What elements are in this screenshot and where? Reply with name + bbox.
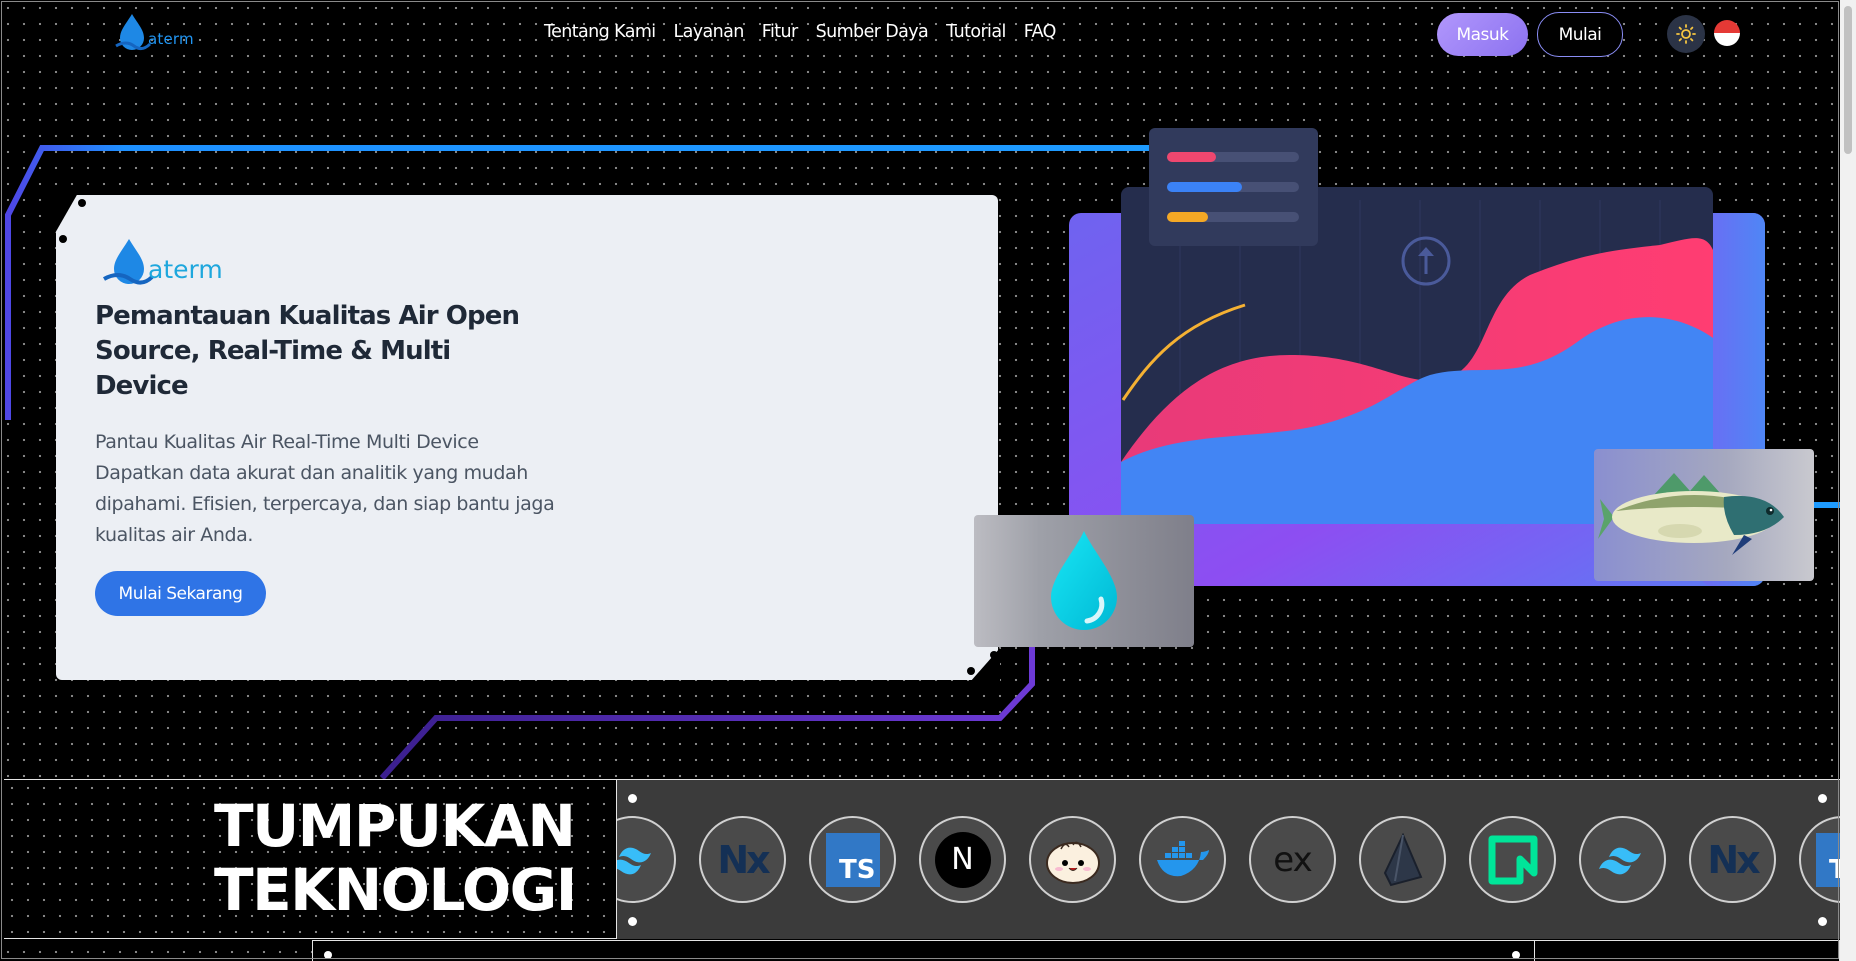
next-section-box: [312, 940, 1540, 961]
hero-desc-line: Dapatkan data akurat dan analitik yang m…: [95, 462, 528, 484]
tech-title-line: TUMPUKAN: [214, 792, 576, 860]
hero-desc-line: Pantau Kualitas Air Real-Time Multi Devi…: [95, 431, 479, 453]
fish-icon: [1598, 473, 1784, 555]
start-button[interactable]: Mulai: [1537, 12, 1623, 57]
next-section-box: [1534, 940, 1840, 961]
neon-logo: [1488, 835, 1537, 884]
water-drop-logo-icon: [103, 239, 154, 285]
neon-icon[interactable]: [1469, 816, 1556, 903]
nav-tutorial[interactable]: Tutorial: [937, 22, 1015, 42]
typescript-logo: TS: [1815, 832, 1842, 887]
indonesia-flag-icon[interactable]: [1714, 20, 1740, 46]
card-dot: [990, 651, 998, 659]
scrollbar[interactable]: [1840, 0, 1856, 961]
sun-icon: [1676, 24, 1696, 44]
progress-fill: [1167, 152, 1216, 162]
hero-desc-line: dipahami. Efisien, terpercaya, dan siap …: [95, 493, 555, 515]
express-logo-text: ex: [1273, 839, 1312, 880]
nx-icon[interactable]: Nx: [1689, 816, 1776, 903]
hero-desc-line: kualitas air Anda.: [95, 524, 254, 546]
tech-title-box: TUMPUKAN TEKNOLOGI: [4, 779, 617, 939]
water-drop-icon: [1051, 531, 1117, 630]
tech-logo-carousel[interactable]: Nx TS N ex Nx: [617, 779, 1843, 939]
tech-icon-row: Nx TS N ex Nx: [617, 816, 1842, 903]
hero-card: aterm Pemantauan Kualitas Air Open Sourc…: [54, 193, 1000, 682]
hero-logo-text: aterm: [148, 255, 223, 284]
water-drop-card: [974, 515, 1194, 647]
nav-sumber-daya[interactable]: Sumber Daya: [807, 22, 938, 42]
login-button[interactable]: Masuk: [1437, 13, 1528, 56]
typescript-logo-text: TS: [839, 854, 876, 885]
prisma-icon[interactable]: [1359, 816, 1446, 903]
hero-logo: aterm: [102, 237, 223, 287]
tech-title-line: TEKNOLOGI: [214, 856, 577, 924]
tailwind-logo: [617, 847, 651, 874]
prisma-logo: [1383, 832, 1422, 886]
tailwind-icon[interactable]: [1579, 816, 1666, 903]
docker-icon[interactable]: [1139, 816, 1226, 903]
express-icon[interactable]: ex: [1249, 816, 1336, 903]
strip-dot: [628, 917, 637, 926]
strip-dot: [1818, 794, 1827, 803]
nx-logo-text: Nx: [717, 837, 770, 882]
progress-fill: [1167, 212, 1208, 222]
hero-title: Pemantauan Kualitas Air Open Source, Rea…: [95, 301, 520, 401]
typescript-icon[interactable]: TS: [1799, 816, 1842, 903]
box-dot: [324, 951, 332, 959]
nextjs-logo-text: N: [951, 842, 974, 877]
hero-description: Pantau Kualitas Air Real-Time Multi Devi…: [95, 427, 615, 551]
nx-logo-text: Nx: [1707, 837, 1760, 882]
nav-fitur[interactable]: Fitur: [753, 22, 807, 42]
get-started-button[interactable]: Mulai Sekarang: [95, 571, 266, 616]
strip-dot: [1818, 917, 1827, 926]
scrollbar-thumb[interactable]: [1844, 6, 1852, 154]
bun-icon[interactable]: [1029, 816, 1116, 903]
typescript-logo: TS: [825, 832, 880, 887]
tech-stack-section: TUMPUKAN TEKNOLOGI Nx TS N ex Nx: [4, 779, 1843, 961]
nx-icon[interactable]: Nx: [699, 816, 786, 903]
fish-card: [1594, 449, 1814, 581]
logo-text: aterm: [148, 30, 194, 48]
bun-logo: [1045, 841, 1100, 884]
card-dot: [59, 235, 67, 243]
typescript-icon[interactable]: TS: [809, 816, 896, 903]
tech-stack-title: TUMPUKAN TEKNOLOGI: [214, 792, 577, 924]
nav-faq[interactable]: FAQ: [1015, 22, 1065, 42]
docker-logo: [1156, 840, 1209, 876]
main-nav: Tentang Kami Layanan Fitur Sumber Daya T…: [544, 22, 1065, 42]
card-dot: [78, 199, 86, 207]
card-dot: [967, 667, 975, 675]
nextjs-logo: N: [934, 831, 991, 888]
nav-tentang-kami[interactable]: Tentang Kami: [544, 22, 665, 42]
tailwind-icon[interactable]: [617, 816, 676, 903]
nav-layanan[interactable]: Layanan: [665, 22, 753, 42]
box-dot: [1512, 951, 1520, 959]
site-header: aterm Tentang Kami Layanan Fitur Sumber …: [0, 0, 1846, 68]
water-drop-logo-icon: [115, 14, 152, 51]
tailwind-logo: [1598, 847, 1641, 874]
strip-dot: [628, 794, 637, 803]
header-logo[interactable]: aterm: [112, 12, 194, 52]
nextjs-icon[interactable]: N: [919, 816, 1006, 903]
theme-toggle-button[interactable]: [1667, 15, 1705, 53]
progress-fill: [1167, 182, 1242, 192]
